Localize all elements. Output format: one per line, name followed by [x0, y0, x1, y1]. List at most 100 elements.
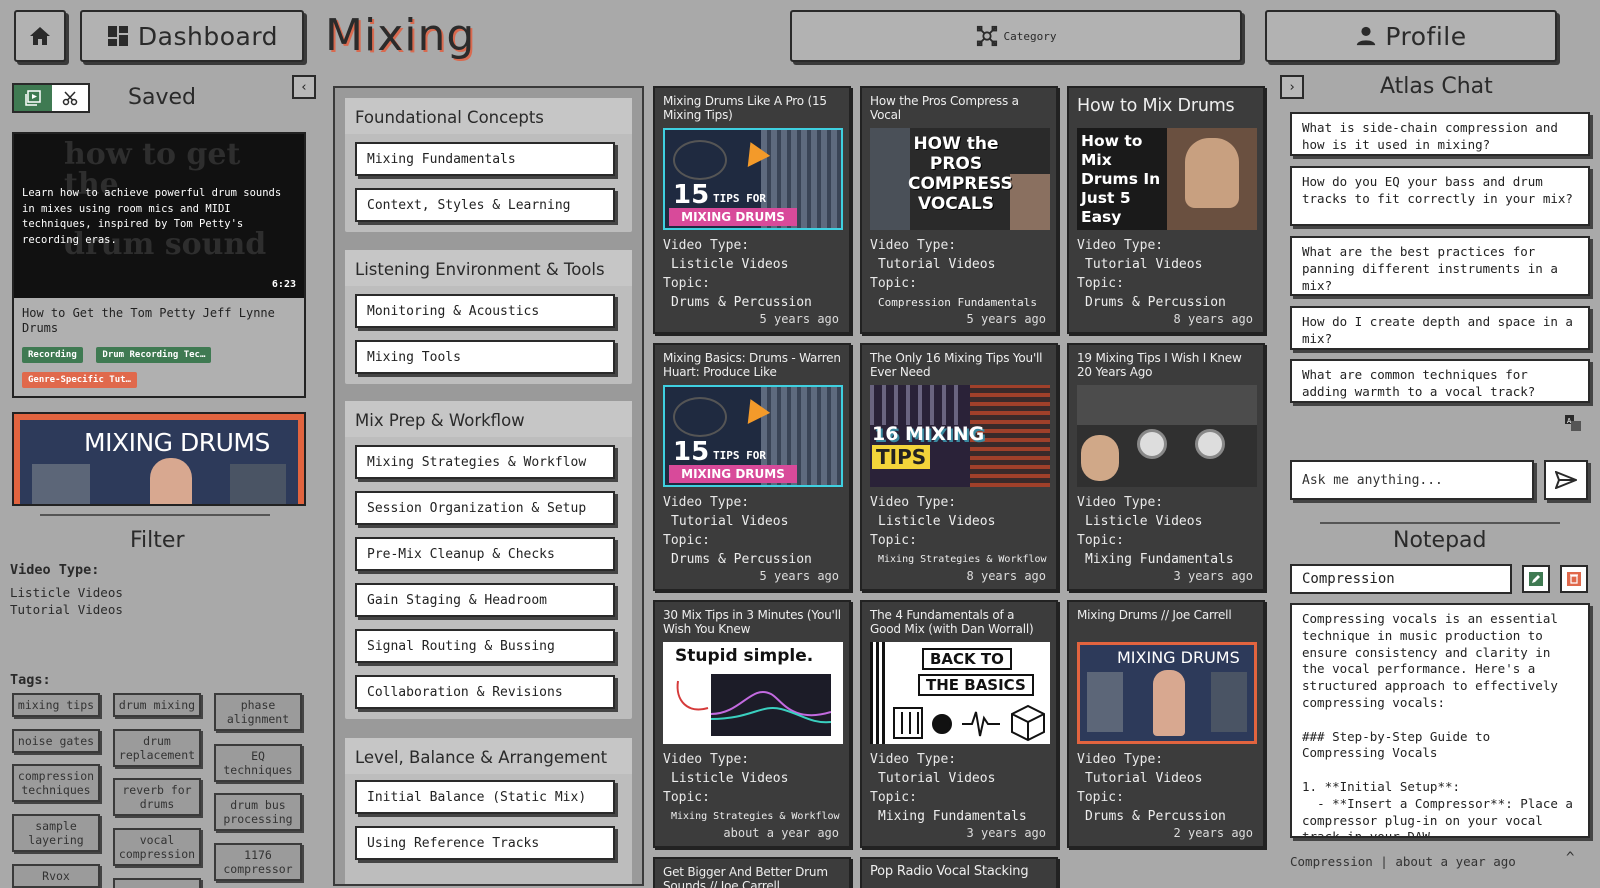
video-card[interactable]: 19 Mixing Tips I Wish I Knew 20 Years Ag…: [1067, 343, 1265, 591]
save-note-button[interactable]: [1522, 565, 1550, 593]
video-card[interactable]: Pop Radio Vocal Stacking: [860, 857, 1058, 888]
topic-value: Drums & Percussion: [671, 552, 812, 567]
tag-chip[interactable]: Drum Recording Tec…: [96, 347, 212, 363]
video-type-label: Video Type:: [870, 238, 957, 253]
suggested-question[interactable]: How do you EQ your bass and drum tracks …: [1290, 166, 1590, 226]
divider: [1320, 522, 1560, 524]
note-body[interactable]: Compressing vocals is an essential techn…: [1290, 603, 1590, 838]
video-type-label: Video Type:: [663, 752, 750, 767]
saved-video-thumbnail-2: MIXING DRUMS: [20, 420, 298, 504]
dashboard-button[interactable]: Dashboard: [80, 10, 304, 62]
topic-button[interactable]: Using Reference Tracks: [355, 826, 615, 860]
thumb-line2: THE BASICS: [918, 674, 1034, 696]
video-card[interactable]: Mixing Drums // Joe Carrell MIXING DRUMS…: [1067, 600, 1265, 848]
saved-video-card-2[interactable]: MIXING DRUMS: [12, 412, 306, 506]
video-card[interactable]: How the Pros Compress a Vocal HOW the PR…: [860, 86, 1058, 334]
video-view-toggle[interactable]: [14, 85, 52, 111]
filter-tag[interactable]: EQ techniques: [214, 744, 302, 782]
presenter-image: [1153, 670, 1185, 736]
profile-button[interactable]: Profile: [1265, 10, 1557, 62]
home-icon: [30, 27, 50, 45]
video-thumbnail: HOW the PROS COMPRESS VOCALS: [870, 128, 1050, 230]
filter-tag[interactable]: reverb for drums: [113, 778, 201, 816]
send-button[interactable]: [1544, 460, 1588, 500]
topic-label: Topic:: [663, 276, 710, 291]
video-age: about a year ago: [723, 826, 839, 840]
clip-view-toggle[interactable]: [52, 85, 88, 111]
filter-tag[interactable]: sample layering: [12, 814, 100, 852]
delete-note-button[interactable]: [1560, 565, 1588, 593]
video-thumbnail: [1077, 385, 1257, 487]
filter-video-type[interactable]: Tutorial Videos: [10, 602, 123, 617]
filter-tag[interactable]: drum bus processing: [214, 793, 302, 831]
topic-button[interactable]: Signal Routing & Bussing: [355, 629, 615, 663]
filter-tag[interactable]: compression techniques: [12, 764, 100, 802]
video-age: 8 years ago: [966, 569, 1046, 583]
dashboard-icon: [107, 26, 128, 46]
suggested-question[interactable]: What are the best practices for panning …: [1290, 236, 1590, 296]
thumb-text: MIXING DRUMS: [1117, 648, 1240, 667]
collapse-left-button[interactable]: ‹: [292, 75, 316, 99]
thumb-small-text: TIPS FOR: [713, 449, 766, 462]
video-card[interactable]: The 4 Fundamentals of a Good Mix (with D…: [860, 600, 1058, 848]
topic-button[interactable]: Mixing Tools: [355, 340, 615, 374]
filter-tag[interactable]: noise gates: [12, 729, 100, 753]
send-icon: [1555, 471, 1577, 489]
video-thumbnail: MIXING DRUMS: [1077, 642, 1257, 744]
tag-chip[interactable]: Genre-Specific Tut…: [22, 372, 137, 388]
topic-button[interactable]: Mixing Strategies & Workflow: [355, 445, 615, 479]
section-title: Listening Environment & Tools: [345, 250, 632, 286]
topic-button[interactable]: Pre-Mix Cleanup & Checks: [355, 537, 615, 571]
translate-icon[interactable]: A: [1564, 414, 1582, 432]
filter-tag[interactable]: phase alignment: [214, 693, 302, 731]
topic-button[interactable]: Context, Styles & Learning: [355, 188, 615, 222]
note-title-input[interactable]: Compression: [1290, 564, 1512, 594]
video-card[interactable]: The Only 16 Mixing Tips You'll Ever Need…: [860, 343, 1058, 591]
thumb-line1: 16 MIXING: [872, 423, 985, 445]
saved-view-toggle: [12, 83, 90, 113]
topic-value: Mixing Fundamentals: [1085, 552, 1234, 567]
collapse-right-button[interactable]: ›: [1280, 75, 1304, 99]
suggested-question[interactable]: What are common techniques for adding wa…: [1290, 359, 1590, 403]
topic-button[interactable]: Initial Balance (Static Mix): [355, 780, 615, 814]
saved-video-description: Learn how to achieve powerful drum sound…: [22, 187, 282, 246]
chat-input[interactable]: Ask me anything...: [1290, 460, 1534, 500]
topic-button[interactable]: Monitoring & Acoustics: [355, 294, 615, 328]
filter-tag[interactable]: mixing tips: [12, 693, 100, 717]
saved-video-title: How to Get the Tom Petty Jeff Lynne Drum…: [22, 306, 275, 335]
suggested-question[interactable]: What is side-chain compression and how i…: [1290, 112, 1590, 156]
filter-tag-partial[interactable]: [113, 878, 201, 888]
topic-button[interactable]: Collaboration & Revisions: [355, 675, 615, 709]
video-card[interactable]: How to Mix Drums How to Mix Drums In Jus…: [1067, 86, 1265, 334]
topic-button[interactable]: Session Organization & Setup: [355, 491, 615, 525]
suggested-question[interactable]: How do I create depth and space in a mix…: [1290, 306, 1590, 350]
filter-tag[interactable]: drum mixing: [113, 693, 201, 717]
video-type-value: Tutorial Videos: [1085, 257, 1203, 272]
filter-tag[interactable]: Rvox: [12, 864, 100, 888]
note-body-text: Compressing vocals is an essential techn…: [1302, 611, 1573, 838]
video-type-label: Video Type:: [10, 562, 100, 578]
video-card[interactable]: 30 Mix Tips in 3 Minutes (You'll Wish Yo…: [653, 600, 851, 848]
filter-video-type[interactable]: Listicle Videos: [10, 585, 123, 600]
thumb-text: HOW the PROS COMPRESS VOCALS: [908, 134, 1013, 214]
category-button[interactable]: Category: [790, 10, 1242, 62]
chat-input-placeholder: Ask me anything...: [1302, 472, 1443, 488]
tag-chip[interactable]: Recording: [22, 347, 83, 363]
video-type-label: Video Type:: [1077, 495, 1164, 510]
topic-button[interactable]: Mixing Fundamentals: [355, 142, 615, 176]
video-card[interactable]: Mixing Drums Like A Pro (15 Mixing Tips)…: [653, 86, 851, 334]
video-card[interactable]: Mixing Basics: Drums - Warren Huart: Pro…: [653, 343, 851, 591]
thumb-band: MIXING DRUMS: [669, 208, 797, 226]
video-thumbnail: How to Mix Drums In Just 5 Easy Steps: [1077, 128, 1257, 230]
filter-tag[interactable]: vocal compression: [113, 828, 201, 866]
filter-tag[interactable]: drum replacement: [113, 729, 201, 767]
topic-button[interactable]: Gain Staging & Headroom: [355, 583, 615, 617]
video-card[interactable]: Get Bigger And Better Drum Sounds // Joe…: [653, 857, 851, 888]
chevron-up-icon[interactable]: ^: [1566, 850, 1574, 866]
filter-tag[interactable]: 1176 compressor: [214, 843, 302, 881]
home-button[interactable]: [14, 10, 66, 62]
thumb-line2: TIPS: [872, 445, 931, 469]
note-footer: Compression | about a year ago: [1290, 854, 1516, 869]
saved-video-card[interactable]: how to get the drum sound Learn how to ac…: [12, 132, 306, 398]
topic-value: Mixing Strategies & Workflow: [878, 554, 1047, 565]
